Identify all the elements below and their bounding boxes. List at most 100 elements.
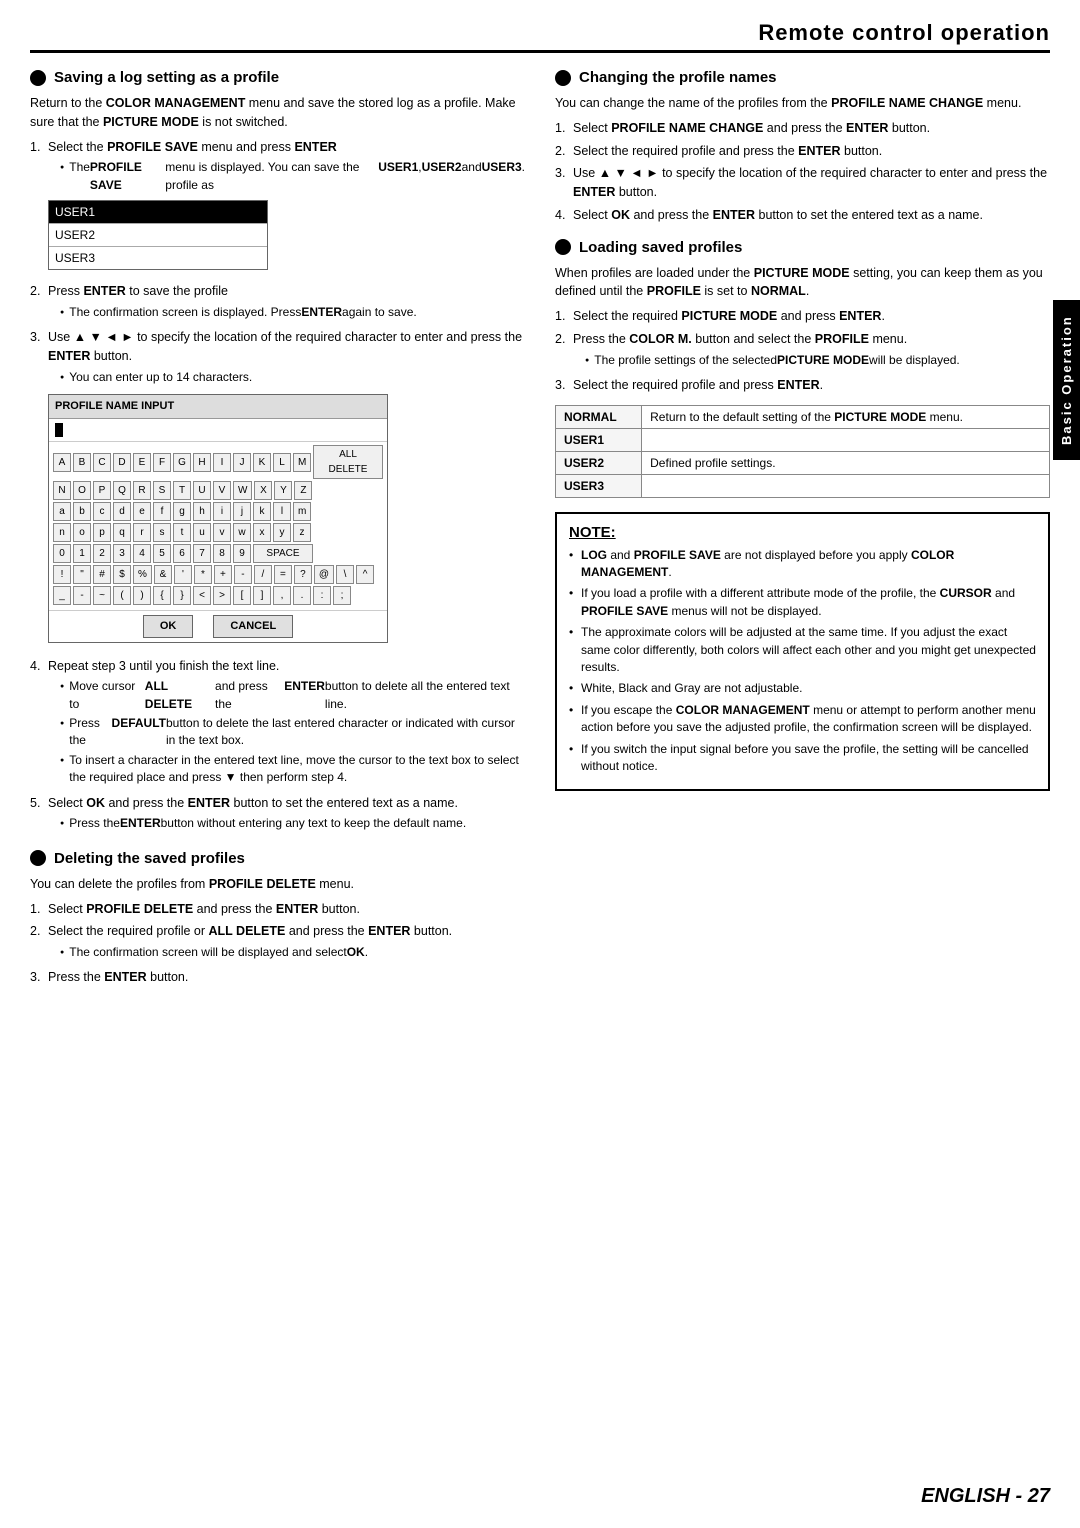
- key-comma[interactable]: ,: [273, 586, 291, 605]
- key-L[interactable]: L: [273, 453, 291, 472]
- key-h[interactable]: h: [193, 502, 211, 521]
- key-K[interactable]: K: [253, 453, 271, 472]
- key-row-6: ! " # $ % & ' * + -: [53, 565, 383, 584]
- key-1[interactable]: 1: [73, 544, 91, 563]
- key-i[interactable]: i: [213, 502, 231, 521]
- key-f[interactable]: f: [153, 502, 171, 521]
- key-3[interactable]: 3: [113, 544, 131, 563]
- key-hash[interactable]: #: [93, 565, 111, 584]
- key-s[interactable]: s: [153, 523, 171, 542]
- key-P[interactable]: P: [93, 481, 111, 500]
- key-e[interactable]: e: [133, 502, 151, 521]
- left-column: Saving a log setting as a profile Return…: [30, 69, 525, 1001]
- key-space[interactable]: SPACE: [253, 544, 313, 563]
- key-quest[interactable]: ?: [294, 565, 312, 584]
- key-m[interactable]: m: [293, 502, 311, 521]
- key-M[interactable]: M: [293, 453, 311, 472]
- key-d[interactable]: d: [113, 502, 131, 521]
- key-U[interactable]: U: [193, 481, 211, 500]
- cancel-button[interactable]: CANCEL: [213, 615, 293, 638]
- key-r[interactable]: r: [133, 523, 151, 542]
- key-B[interactable]: B: [73, 453, 91, 472]
- key-R[interactable]: R: [133, 481, 151, 500]
- key-lparen[interactable]: (: [113, 586, 131, 605]
- key-b[interactable]: b: [73, 502, 91, 521]
- key-underscore[interactable]: _: [53, 586, 71, 605]
- key-slash[interactable]: /: [254, 565, 272, 584]
- key-rbrace[interactable]: }: [173, 586, 191, 605]
- key-F[interactable]: F: [153, 453, 171, 472]
- key-Y[interactable]: Y: [274, 481, 292, 500]
- key-rbracket[interactable]: ]: [253, 586, 271, 605]
- key-rparen[interactable]: ): [133, 586, 151, 605]
- key-star[interactable]: *: [194, 565, 212, 584]
- key-p[interactable]: p: [93, 523, 111, 542]
- key-W[interactable]: W: [233, 481, 252, 500]
- key-lbrace[interactable]: {: [153, 586, 171, 605]
- key-apos[interactable]: ': [174, 565, 192, 584]
- key-tilde[interactable]: ~: [93, 586, 111, 605]
- key-5[interactable]: 5: [153, 544, 171, 563]
- key-minus[interactable]: -: [234, 565, 252, 584]
- key-dash[interactable]: -: [73, 586, 91, 605]
- key-v[interactable]: v: [213, 523, 231, 542]
- key-o[interactable]: o: [73, 523, 91, 542]
- key-plus[interactable]: +: [214, 565, 232, 584]
- key-eq[interactable]: =: [274, 565, 292, 584]
- key-O[interactable]: O: [73, 481, 91, 500]
- key-x[interactable]: x: [253, 523, 271, 542]
- key-N[interactable]: N: [53, 481, 71, 500]
- key-G[interactable]: G: [173, 453, 191, 472]
- key-semi[interactable]: ;: [333, 586, 351, 605]
- key-dot[interactable]: .: [293, 586, 311, 605]
- key-H[interactable]: H: [193, 453, 211, 472]
- key-w[interactable]: w: [233, 523, 251, 542]
- key-g[interactable]: g: [173, 502, 191, 521]
- key-X[interactable]: X: [254, 481, 272, 500]
- key-u[interactable]: u: [193, 523, 211, 542]
- key-6[interactable]: 6: [173, 544, 191, 563]
- key-9[interactable]: 9: [233, 544, 251, 563]
- key-8[interactable]: 8: [213, 544, 231, 563]
- key-lbracket[interactable]: [: [233, 586, 251, 605]
- key-all-delete[interactable]: ALL DELETE: [313, 445, 383, 479]
- key-lt[interactable]: <: [193, 586, 211, 605]
- key-S[interactable]: S: [153, 481, 171, 500]
- key-A[interactable]: A: [53, 453, 71, 472]
- key-dollar[interactable]: $: [113, 565, 131, 584]
- key-I[interactable]: I: [213, 453, 231, 472]
- key-k[interactable]: k: [253, 502, 271, 521]
- key-backslash[interactable]: \: [336, 565, 354, 584]
- key-4[interactable]: 4: [133, 544, 151, 563]
- key-Q[interactable]: Q: [113, 481, 131, 500]
- key-t[interactable]: t: [173, 523, 191, 542]
- key-z[interactable]: z: [293, 523, 311, 542]
- key-C[interactable]: C: [93, 453, 111, 472]
- key-l[interactable]: l: [273, 502, 291, 521]
- key-7[interactable]: 7: [193, 544, 211, 563]
- key-E[interactable]: E: [133, 453, 151, 472]
- key-a[interactable]: a: [53, 502, 71, 521]
- key-excl[interactable]: !: [53, 565, 71, 584]
- ok-button[interactable]: OK: [143, 615, 194, 638]
- key-j[interactable]: j: [233, 502, 251, 521]
- key-y[interactable]: y: [273, 523, 291, 542]
- key-0[interactable]: 0: [53, 544, 71, 563]
- key-Z[interactable]: Z: [294, 481, 312, 500]
- key-quote[interactable]: ": [73, 565, 91, 584]
- key-J[interactable]: J: [233, 453, 251, 472]
- key-V[interactable]: V: [213, 481, 231, 500]
- key-percent[interactable]: %: [133, 565, 152, 584]
- key-c[interactable]: c: [93, 502, 111, 521]
- key-colon[interactable]: :: [313, 586, 331, 605]
- step5-bullet1: Press the ENTER button without entering …: [60, 815, 525, 832]
- key-n[interactable]: n: [53, 523, 71, 542]
- key-q[interactable]: q: [113, 523, 131, 542]
- key-gt[interactable]: >: [213, 586, 231, 605]
- key-2[interactable]: 2: [93, 544, 111, 563]
- key-amp[interactable]: &: [154, 565, 172, 584]
- key-caret[interactable]: ^: [356, 565, 374, 584]
- key-T[interactable]: T: [173, 481, 191, 500]
- key-at[interactable]: @: [314, 565, 334, 584]
- key-D[interactable]: D: [113, 453, 131, 472]
